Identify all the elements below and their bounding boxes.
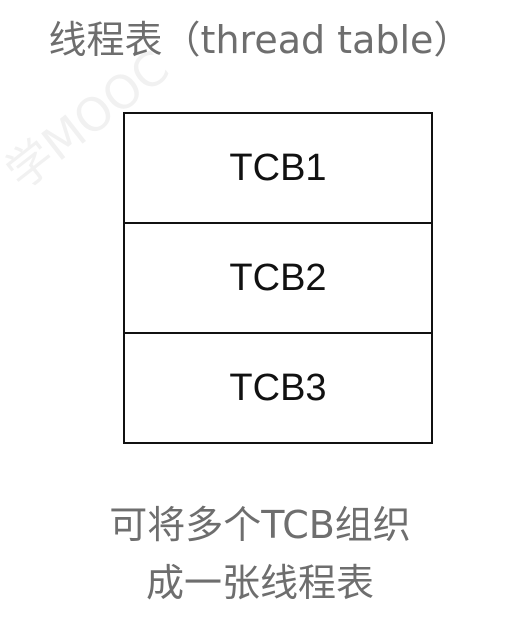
tcb-row-2: TCB2 bbox=[125, 224, 431, 334]
tcb-row-1: TCB1 bbox=[125, 114, 431, 224]
tcb-row-3: TCB3 bbox=[229, 366, 327, 409]
diagram-title: 线程表（thread table） bbox=[48, 18, 472, 62]
thread-table: TCB1 TCB2 TCB3 bbox=[123, 112, 433, 444]
caption-line-2: 成一张线程表 bbox=[145, 561, 374, 605]
caption-line-1: 可将多个TCB组织 bbox=[109, 503, 411, 547]
caption: 可将多个TCB组织 成一张线程表 bbox=[0, 496, 520, 612]
